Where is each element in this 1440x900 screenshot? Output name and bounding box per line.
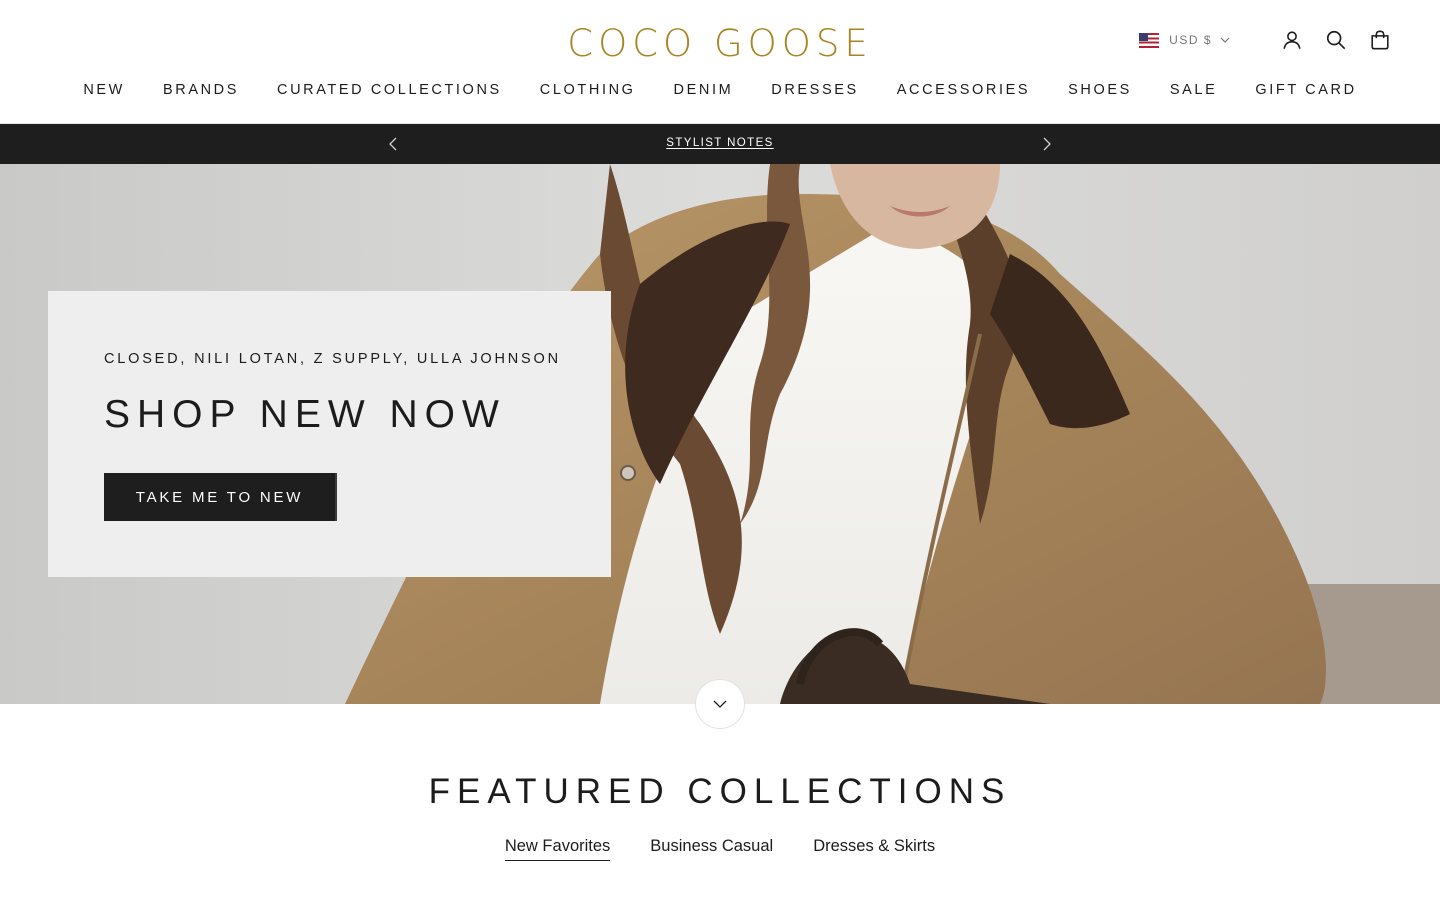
- tab-business-casual[interactable]: Business Casual: [650, 837, 773, 861]
- tab-new-favorites[interactable]: New Favorites: [504, 837, 611, 861]
- nav-item-dresses[interactable]: DRESSES: [771, 82, 859, 98]
- nav-item-gift-card[interactable]: GIFT CARD: [1255, 82, 1356, 98]
- currency-label: USD $: [1169, 33, 1212, 47]
- scroll-down-button[interactable]: [695, 679, 745, 729]
- announcement-link[interactable]: STYLIST NOTES: [0, 137, 1440, 149]
- account-icon[interactable]: [1280, 28, 1304, 52]
- take-me-to-new-button[interactable]: TAKE ME TO NEW: [104, 473, 337, 521]
- currency-selector[interactable]: USD $: [1139, 32, 1230, 48]
- nav-item-curated-collections[interactable]: CURATED COLLECTIONS: [277, 82, 502, 98]
- header-tools: USD $: [1139, 26, 1392, 54]
- nav-item-new[interactable]: NEW: [83, 82, 125, 98]
- logo-text[interactable]: COCO GOOSE: [567, 22, 872, 65]
- announcement-bar: STYLIST NOTES: [0, 124, 1440, 164]
- featured-tabs: New Favorites Business Casual Dresses & …: [0, 837, 1440, 861]
- site-header: COCO GOOSE USD $ NEW BRANDS CURATED COLL…: [0, 0, 1440, 124]
- us-flag-icon: [1139, 32, 1160, 48]
- hero-banner: CLOSED, NILI LOTAN, Z SUPPLY, ULLA JOHNS…: [0, 164, 1440, 704]
- main-nav: NEW BRANDS CURATED COLLECTIONS CLOTHING …: [0, 82, 1440, 98]
- hero-title: SHOP NEW NOW: [104, 393, 506, 436]
- chevron-right-icon[interactable]: [1038, 136, 1054, 152]
- nav-item-sale[interactable]: SALE: [1170, 82, 1217, 98]
- featured-title: FEATURED COLLECTIONS: [428, 772, 1012, 811]
- tab-dresses-skirts[interactable]: Dresses & Skirts: [813, 837, 935, 861]
- chevron-down-icon: [1220, 37, 1230, 43]
- nav-item-clothing[interactable]: CLOTHING: [540, 82, 636, 98]
- search-icon[interactable]: [1324, 28, 1348, 52]
- hero-card: CLOSED, NILI LOTAN, Z SUPPLY, ULLA JOHNS…: [48, 291, 611, 577]
- chevron-down-icon: [713, 700, 727, 708]
- nav-item-brands[interactable]: BRANDS: [163, 82, 239, 98]
- nav-item-denim[interactable]: DENIM: [674, 82, 734, 98]
- hero-subtitle: CLOSED, NILI LOTAN, Z SUPPLY, ULLA JOHNS…: [104, 351, 561, 367]
- cart-icon[interactable]: [1368, 28, 1392, 52]
- nav-item-accessories[interactable]: ACCESSORIES: [897, 82, 1030, 98]
- nav-item-shoes[interactable]: SHOES: [1068, 82, 1132, 98]
